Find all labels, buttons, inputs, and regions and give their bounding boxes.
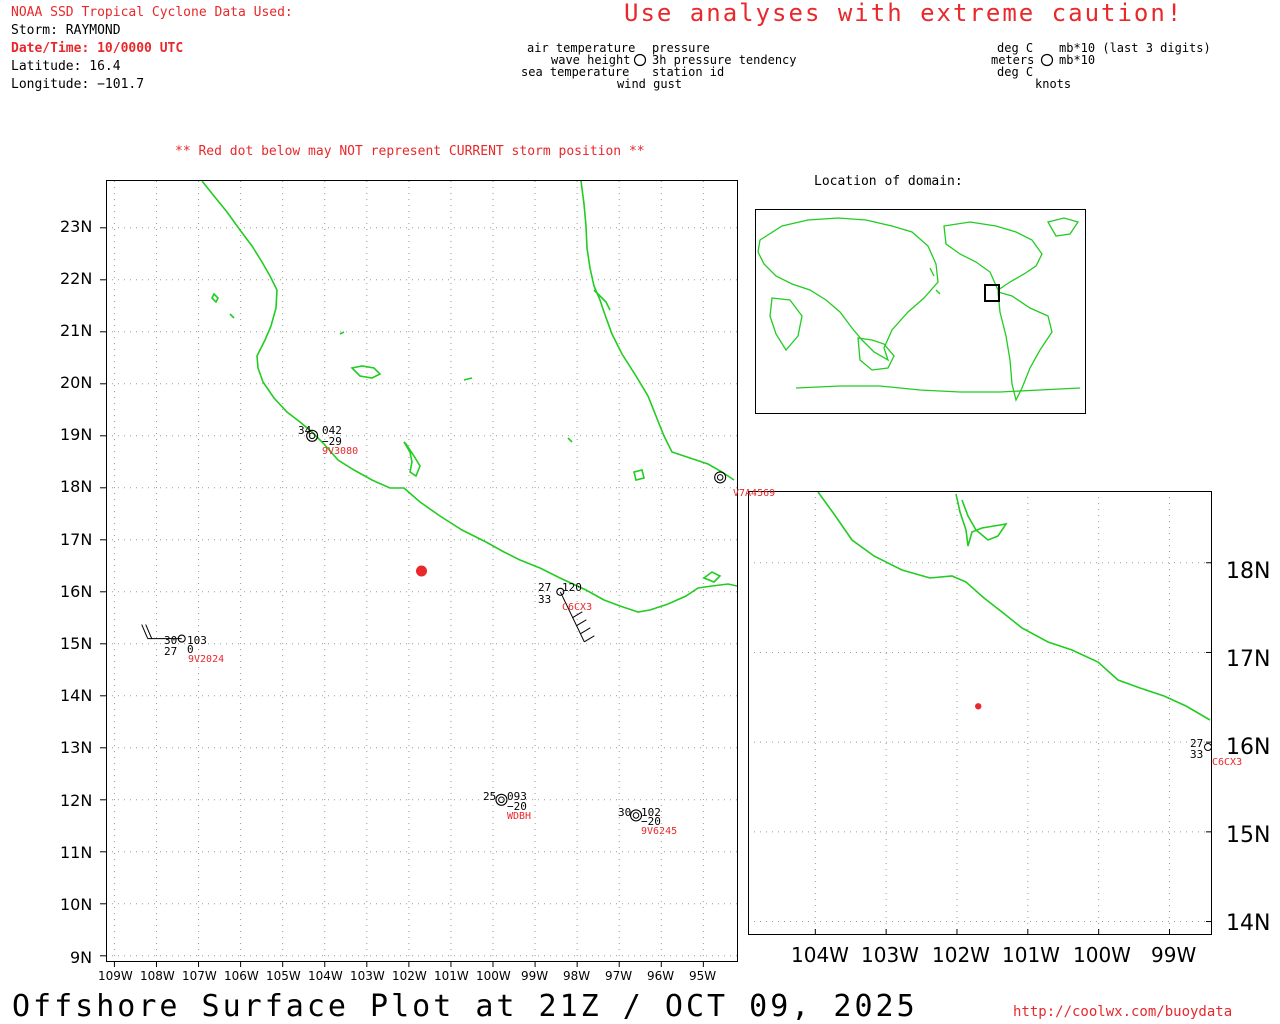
station-pressure: 120 bbox=[562, 581, 582, 594]
zoom-station-sea-temp: 33 bbox=[1190, 748, 1204, 761]
station-air-temp: 27 bbox=[538, 581, 552, 594]
lon-label: 107W bbox=[182, 969, 217, 983]
station-sea-temp: 27 bbox=[164, 645, 178, 658]
lat-label: 15N bbox=[60, 634, 93, 653]
lat-label: 18N bbox=[60, 477, 93, 496]
station-sea-temp: 33 bbox=[538, 593, 552, 606]
lat-label: 17N bbox=[60, 530, 93, 549]
legend-station-circle bbox=[633, 53, 647, 67]
zoom-lon-label: 103W bbox=[861, 943, 919, 967]
lon-label: 109W bbox=[98, 969, 133, 983]
lon-label: 102W bbox=[392, 969, 427, 983]
lon-label: 105W bbox=[266, 969, 301, 983]
station-id: 9V6245 bbox=[641, 826, 678, 837]
zoom-lon-label: 100W bbox=[1073, 943, 1131, 967]
lat-label: 13N bbox=[60, 738, 93, 757]
lon-label: 100W bbox=[476, 969, 511, 983]
lat-label: 9N bbox=[70, 948, 93, 967]
lat-label: 12N bbox=[60, 791, 93, 810]
zoom-lat-label: 18N bbox=[1226, 559, 1271, 584]
lat-label: 11N bbox=[60, 843, 93, 862]
station-air-temp: 25 bbox=[483, 790, 497, 803]
lat-label: 14N bbox=[60, 686, 93, 705]
station-id: V7A4569 bbox=[733, 488, 776, 499]
lon-label: 101W bbox=[434, 969, 469, 983]
lon-label: 106W bbox=[224, 969, 259, 983]
zoom-map-frame bbox=[748, 491, 1212, 935]
station-id: C6CX3 bbox=[562, 602, 593, 613]
plot-title: Offshore Surface Plot at 21Z / OCT 09, 2… bbox=[12, 989, 918, 1024]
zoom-station-id: C6CX3 bbox=[1212, 757, 1243, 768]
lat-label: 16N bbox=[60, 582, 93, 601]
lon-label: 103W bbox=[350, 969, 385, 983]
zoom-lon-label: 102W bbox=[932, 943, 990, 967]
lat-label: 20N bbox=[60, 373, 93, 392]
station-air-temp: 30 bbox=[618, 806, 632, 819]
lon-label: 99W bbox=[521, 969, 549, 983]
zoom-lat-label: 16N bbox=[1226, 735, 1271, 760]
station-id: 9V2024 bbox=[188, 654, 225, 665]
zoom-lon-label: 104W bbox=[791, 943, 849, 967]
station-air-temp: 34 bbox=[298, 424, 312, 437]
lat-label: 19N bbox=[60, 425, 93, 444]
legend-unit-circle bbox=[1040, 53, 1054, 67]
source-url-link[interactable]: http://coolwx.com/buoydata bbox=[1013, 1005, 1232, 1019]
lat-label: 22N bbox=[60, 269, 93, 288]
lon-label: 96W bbox=[647, 969, 675, 983]
zoom-lat-label: 17N bbox=[1226, 647, 1271, 672]
zoom-lon-label: 101W bbox=[1002, 943, 1060, 967]
zoom-lat-label: 14N bbox=[1226, 911, 1271, 936]
station-id: WDBH bbox=[507, 811, 532, 822]
zoom-lat-label: 15N bbox=[1226, 823, 1271, 848]
lat-label: 23N bbox=[60, 217, 93, 236]
inset-map-frame bbox=[755, 209, 1086, 414]
lat-label: 21N bbox=[60, 321, 93, 340]
station-id: 9V3080 bbox=[322, 446, 359, 457]
lon-label: 108W bbox=[140, 969, 175, 983]
zoom-lon-label: 99W bbox=[1151, 943, 1197, 967]
lon-label: 95W bbox=[689, 969, 717, 983]
lon-label: 97W bbox=[605, 969, 633, 983]
main-map-frame bbox=[106, 180, 738, 962]
lat-label: 10N bbox=[60, 895, 93, 914]
lon-label: 98W bbox=[563, 969, 591, 983]
buoy-plot-page: NOAA SSD Tropical Cyclone Data Used: Sto… bbox=[0, 0, 1280, 1024]
lon-label: 104W bbox=[308, 969, 343, 983]
